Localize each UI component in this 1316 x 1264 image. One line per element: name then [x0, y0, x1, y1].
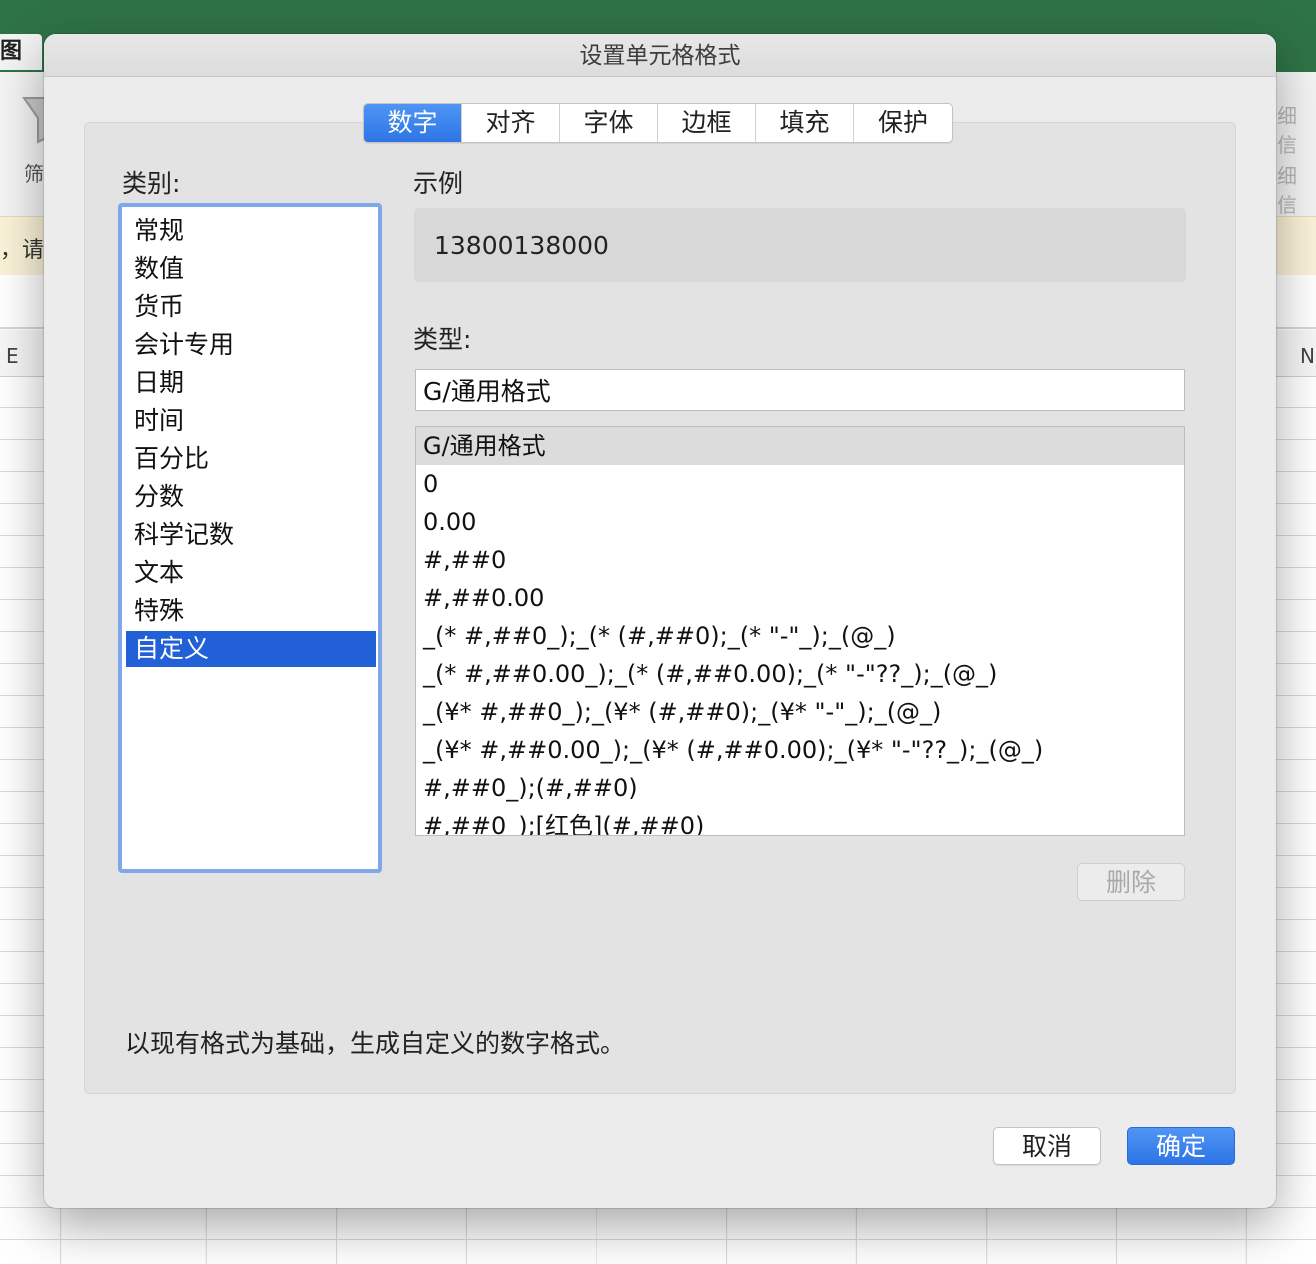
ribbon-tab-partial[interactable]: 图	[0, 34, 42, 70]
category-list[interactable]: 常规 数值 货币 会计专用 日期 时间 百分比 分数 科学记数 文本 特殊 自定…	[118, 203, 382, 873]
tab-border[interactable]: 边框	[658, 104, 756, 142]
category-item-number[interactable]: 数值	[126, 251, 376, 287]
type-list-item[interactable]: _(* #,##0_);_(* (#,##0);_(* "-"_);_(@_)	[416, 617, 1184, 655]
message-bar-text: ，请	[0, 238, 45, 263]
type-list-item[interactable]: #,##0_);[红色](#,##0)	[416, 807, 1184, 835]
type-list-item[interactable]: 0	[416, 465, 1184, 503]
category-item-date[interactable]: 日期	[126, 365, 376, 401]
type-list-item[interactable]: #,##0_);(#,##0)	[416, 769, 1184, 807]
category-item-general[interactable]: 常规	[126, 213, 376, 249]
ribbon-right-label: 细信	[1277, 164, 1297, 217]
filter-button-label[interactable]: 筛	[24, 158, 44, 187]
type-list-item[interactable]: #,##0	[416, 541, 1184, 579]
type-list[interactable]: G/通用格式 0 0.00 #,##0 #,##0.00 _(* #,##0_)…	[415, 426, 1185, 836]
category-item-fraction[interactable]: 分数	[126, 479, 376, 515]
tab-number[interactable]: 数字	[364, 104, 462, 142]
dialog-title: 设置单元格格式	[579, 43, 741, 69]
category-label: 类别:	[122, 169, 181, 198]
delete-button[interactable]: 删除	[1077, 863, 1185, 901]
custom-format-description: 以现有格式为基础，生成自定义的数字格式。	[125, 1029, 626, 1058]
type-list-item[interactable]: 0.00	[416, 503, 1184, 541]
category-item-custom[interactable]: 自定义	[126, 631, 376, 667]
category-item-text[interactable]: 文本	[126, 555, 376, 591]
sample-label: 示例	[413, 169, 464, 198]
category-item-special[interactable]: 特殊	[126, 593, 376, 629]
type-list-item[interactable]: _(¥* #,##0.00_);_(¥* (#,##0.00);_(¥* "-"…	[416, 731, 1184, 769]
cancel-button[interactable]: 取消	[993, 1127, 1101, 1165]
category-item-accounting[interactable]: 会计专用	[126, 327, 376, 363]
category-item-percentage[interactable]: 百分比	[126, 441, 376, 477]
column-header-n[interactable]: N	[1300, 344, 1315, 368]
category-item-time[interactable]: 时间	[126, 403, 376, 439]
type-label: 类型:	[413, 325, 472, 354]
ok-button[interactable]: 确定	[1127, 1127, 1235, 1165]
type-list-item[interactable]: _(¥* #,##0_);_(¥* (#,##0);_(¥* "-"_);_(@…	[416, 693, 1184, 731]
sample-value: 13800138000	[434, 231, 609, 260]
tab-font[interactable]: 字体	[560, 104, 658, 142]
ribbon-right-label: 细信	[1277, 104, 1297, 157]
sample-preview: 13800138000	[414, 208, 1186, 282]
column-header-e[interactable]: E	[6, 344, 19, 368]
format-cells-dialog: 设置单元格格式 数字 对齐 字体 边框 填充 保护 类别: 常规 数值 货币 会…	[44, 34, 1276, 1208]
tab-bar: 数字 对齐 字体 边框 填充 保护	[363, 103, 953, 143]
type-input[interactable]	[415, 369, 1185, 411]
category-item-scientific[interactable]: 科学记数	[126, 517, 376, 553]
category-item-currency[interactable]: 货币	[126, 289, 376, 325]
tab-protection[interactable]: 保护	[854, 104, 952, 142]
tab-fill[interactable]: 填充	[756, 104, 854, 142]
type-list-item[interactable]: _(* #,##0.00_);_(* (#,##0.00);_(* "-"??_…	[416, 655, 1184, 693]
tab-alignment[interactable]: 对齐	[462, 104, 560, 142]
type-list-item[interactable]: G/通用格式	[416, 427, 1184, 465]
type-list-item[interactable]: #,##0.00	[416, 579, 1184, 617]
